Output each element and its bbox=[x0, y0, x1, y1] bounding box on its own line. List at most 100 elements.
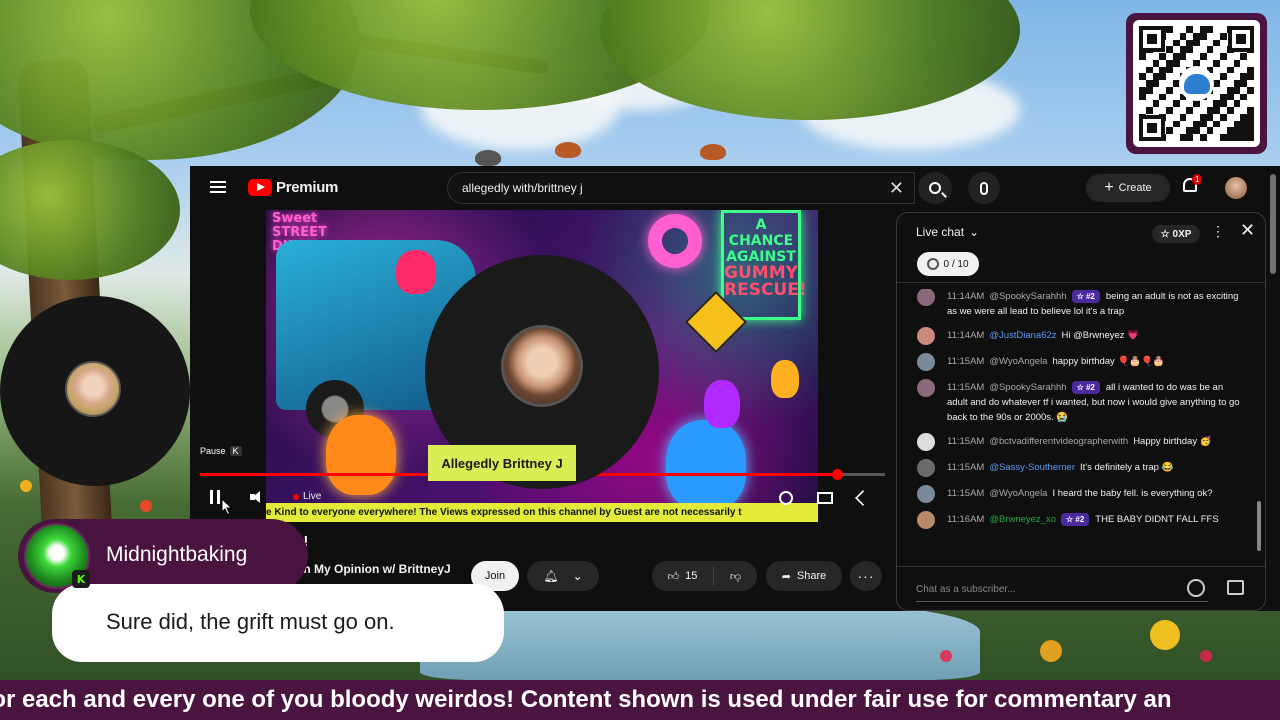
chat-message-text: It's definitely a trap 😂 bbox=[1080, 462, 1174, 473]
chat-timestamp: 11:14AM bbox=[947, 291, 985, 302]
live-dot-icon bbox=[293, 493, 299, 500]
chat-messages[interactable]: 11:14AM @SpookySarahhh ☆ #2 being an adult … bbox=[897, 289, 1255, 559]
voice-search-button[interactable] bbox=[968, 172, 1000, 204]
youtube-play-icon bbox=[248, 179, 272, 196]
search-icon bbox=[929, 182, 941, 194]
chat-timestamp: 11:14AM bbox=[947, 330, 985, 341]
live-indicator[interactable]: Live bbox=[293, 491, 321, 502]
brand-label: Premium bbox=[276, 179, 339, 196]
chat-message[interactable]: 11:14AM @JustDiana62z Hi @Brwneyez 💗 bbox=[897, 327, 1255, 345]
thumbs-down-icon: 👎︎ bbox=[729, 570, 742, 583]
chat-author-avatar[interactable] bbox=[917, 433, 935, 451]
rank-badge: ☆ #2 bbox=[1061, 513, 1090, 526]
search-value: allegedly with/brittney j bbox=[462, 181, 583, 195]
xp-badge[interactable]: ☆ 0XP bbox=[1152, 225, 1200, 243]
chat-message[interactable]: 11:15AM @WyoAngela happy birthday 🎈🎂🎈🎂 bbox=[897, 353, 1255, 371]
rank-badge: ☆ #2 bbox=[1071, 290, 1100, 303]
chat-message-text: Hi @Brwneyez 💗 bbox=[1061, 330, 1139, 341]
chat-message[interactable]: 11:15AM @bctvadifferentvideographerwith Ha… bbox=[897, 433, 1255, 451]
chat-author-name[interactable]: @SpookySarahhh bbox=[989, 382, 1066, 393]
fullscreen-icon[interactable] bbox=[855, 490, 871, 506]
guest-avatar bbox=[65, 361, 121, 417]
chat-message-text: Happy birthday 🥳 bbox=[1133, 436, 1212, 447]
share-button[interactable]: ➦ Share bbox=[766, 561, 842, 591]
chat-timestamp: 11:15AM bbox=[947, 436, 985, 447]
rank-badge: ☆ #2 bbox=[1071, 381, 1100, 394]
chat-input-row: Chat as a subscriber... bbox=[897, 566, 1265, 610]
chat-author-name[interactable]: @Sassy-Southerner bbox=[989, 462, 1075, 473]
close-icon[interactable]: ✕ bbox=[1240, 220, 1255, 241]
pause-tooltip: Pause K bbox=[200, 446, 242, 456]
share-icon: ➦ bbox=[781, 570, 791, 583]
chat-mode-dropdown[interactable]: Live chat ⌄ bbox=[916, 225, 979, 239]
cloud-logo-icon bbox=[1179, 66, 1214, 101]
page-scrollbar[interactable] bbox=[1270, 174, 1276, 274]
search-button[interactable] bbox=[918, 172, 952, 204]
super-chat-icon[interactable] bbox=[1227, 580, 1244, 595]
account-avatar[interactable] bbox=[1225, 177, 1247, 199]
channel-name[interactable]: In My Opinion w/ BrittneyJ bbox=[300, 562, 451, 576]
chat-input[interactable]: Chat as a subscriber... bbox=[916, 578, 1208, 602]
like-dislike-group: 👍︎ 15 👎︎ bbox=[652, 561, 757, 591]
chat-message[interactable]: 11:14AM @SpookySarahhh ☆ #2 being an adult … bbox=[897, 289, 1255, 319]
chat-timestamp: 11:15AM bbox=[947, 356, 985, 367]
chat-message[interactable]: 11:15AM @Sassy-Southerner It's definitely … bbox=[897, 459, 1255, 477]
youtube-window: Premium allegedly with/brittney j ✕ + Cre… bbox=[190, 166, 1280, 611]
chat-author-name[interactable]: @Brwneyez_xo bbox=[989, 514, 1056, 525]
chat-author-avatar[interactable] bbox=[917, 379, 935, 397]
chat-author-avatar[interactable] bbox=[917, 327, 935, 345]
settings-icon[interactable] bbox=[779, 491, 793, 505]
goal-pill[interactable]: 0 / 10 bbox=[917, 252, 979, 276]
chat-message[interactable]: 11:15AM @WyoAngela I heard the baby fell. … bbox=[897, 485, 1255, 503]
kick-badge-icon: K bbox=[72, 570, 90, 588]
progress-scrubber[interactable] bbox=[832, 469, 844, 480]
chat-author-name[interactable]: @bctvadifferentvideographerwith bbox=[989, 436, 1128, 447]
chat-author-avatar[interactable] bbox=[917, 511, 935, 529]
host-avatar bbox=[501, 325, 583, 407]
pause-icon[interactable] bbox=[210, 490, 220, 504]
emoji-icon[interactable] bbox=[1187, 579, 1205, 597]
star-icon: ☆ bbox=[1160, 228, 1170, 240]
notification-badge: 1 bbox=[1192, 174, 1203, 185]
chat-more-icon[interactable]: ⋮ bbox=[1211, 223, 1225, 240]
more-actions-button[interactable]: ··· bbox=[850, 561, 882, 591]
search-input[interactable]: allegedly with/brittney j ✕ bbox=[447, 172, 915, 204]
host-nameplate: Allegedly Brittney J bbox=[428, 445, 576, 481]
chat-author-name[interactable]: @WyoAngela bbox=[989, 488, 1047, 499]
like-count: 15 bbox=[685, 570, 698, 582]
theater-mode-icon[interactable] bbox=[817, 492, 833, 504]
chat-scrollbar[interactable] bbox=[1257, 501, 1261, 551]
chevron-down-icon: ⌄ bbox=[969, 225, 980, 239]
overlay-message: Sure did, the grift must go on. bbox=[106, 609, 395, 634]
overlay-username: Midnightbaking bbox=[106, 543, 248, 566]
thumbs-up-icon: 👍︎ bbox=[667, 570, 680, 583]
chat-author-avatar[interactable] bbox=[917, 485, 935, 503]
chevron-down-icon: ⌄ bbox=[572, 569, 583, 583]
chat-author-name[interactable]: @JustDiana62z bbox=[989, 330, 1056, 341]
top-bar: Premium allegedly with/brittney j ✕ + Cre… bbox=[190, 166, 1280, 210]
notifications-button[interactable]: 1 bbox=[1183, 174, 1203, 196]
create-button[interactable]: + Create bbox=[1086, 174, 1170, 202]
chat-author-avatar[interactable] bbox=[917, 353, 935, 371]
chat-author-avatar[interactable] bbox=[917, 459, 935, 477]
video-ticker: e Kind to everyone everywhere! The Views… bbox=[266, 503, 818, 522]
chat-author-avatar[interactable] bbox=[917, 289, 935, 306]
bottom-ticker: teful for each and every one of you bloo… bbox=[0, 680, 1280, 720]
chat-message[interactable]: 11:15AM @SpookySarahhh ☆ #2 all i wanted to… bbox=[897, 379, 1255, 425]
chat-header: Live chat ⌄ ☆ 0XP ⋮ ✕ 0 / 10 bbox=[897, 213, 1265, 283]
like-button[interactable]: 👍︎ 15 bbox=[652, 566, 714, 586]
chat-author-name[interactable]: @WyoAngela bbox=[989, 356, 1047, 367]
dislike-button[interactable]: 👎︎ bbox=[714, 570, 757, 583]
chat-message[interactable]: 11:16AM @Brwneyez_xo ☆ #2 THE BABY DIDNT FA… bbox=[897, 511, 1255, 529]
clear-icon[interactable]: ✕ bbox=[889, 178, 904, 199]
chat-message-text: I heard the baby fell. is everything ok? bbox=[1052, 488, 1213, 499]
qr-code bbox=[1126, 13, 1267, 154]
microphone-icon bbox=[980, 181, 988, 195]
chat-timestamp: 11:15AM bbox=[947, 462, 985, 473]
chat-author-name[interactable]: @SpookySarahhh bbox=[989, 291, 1066, 302]
chat-timestamp: 11:15AM bbox=[947, 488, 985, 499]
youtube-logo[interactable]: Premium bbox=[248, 179, 338, 196]
menu-icon[interactable] bbox=[210, 181, 226, 193]
subscribe-bell-button[interactable]: 🔔︎ ⌄ bbox=[527, 561, 599, 591]
volume-icon[interactable] bbox=[250, 491, 264, 503]
